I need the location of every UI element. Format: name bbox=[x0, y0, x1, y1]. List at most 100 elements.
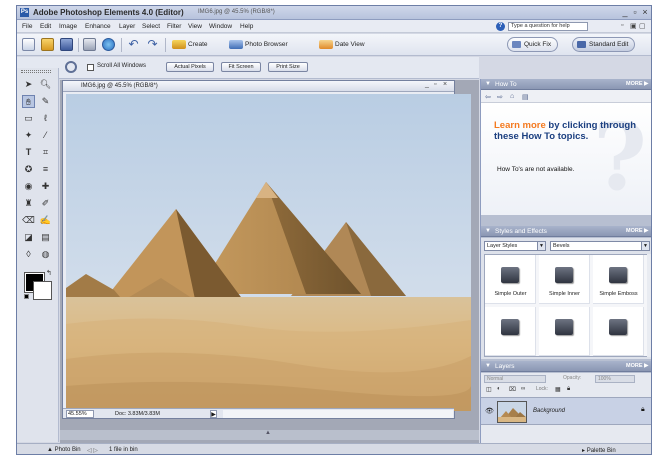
image-canvas[interactable] bbox=[66, 94, 471, 411]
home-icon[interactable]: ⌂ bbox=[510, 93, 514, 100]
menu-select[interactable]: Select bbox=[142, 23, 160, 30]
doc-window-maximize-button[interactable]: ▫ bbox=[434, 81, 436, 88]
learn-more-link[interactable]: Learn more bbox=[494, 120, 546, 131]
type-tool-icon[interactable]: T bbox=[22, 146, 35, 159]
paint-bucket-tool-icon[interactable]: ◪ bbox=[22, 231, 35, 244]
menu-window[interactable]: Window bbox=[209, 23, 232, 30]
magic-wand-tool-icon[interactable]: ✦ bbox=[22, 129, 35, 142]
help-search-input[interactable]: Type a question for help bbox=[508, 22, 588, 31]
new-layer-icon[interactable]: ◫ bbox=[486, 386, 492, 393]
menu-file[interactable]: File bbox=[22, 23, 32, 30]
standard-edit-button[interactable]: Standard Edit bbox=[572, 37, 636, 52]
more-arrow-icon[interactable]: ▶ bbox=[644, 226, 649, 237]
print-icon[interactable] bbox=[83, 38, 96, 51]
photo-browser-button[interactable]: Photo Browser bbox=[229, 39, 288, 51]
style-thumb[interactable] bbox=[593, 307, 644, 356]
menu-view[interactable]: View bbox=[188, 23, 202, 30]
spot-healing-tool-icon[interactable]: ✚ bbox=[39, 180, 52, 193]
scroll-all-windows-checkbox[interactable] bbox=[87, 64, 94, 71]
status-menu-arrow-button[interactable]: ▶ bbox=[210, 410, 217, 418]
palette-collapse-icon[interactable]: ▼ bbox=[485, 79, 491, 90]
move-tool-icon[interactable]: ➤ bbox=[22, 78, 35, 91]
style-category-select[interactable]: Layer Styles ▼ bbox=[484, 241, 546, 251]
new-file-icon[interactable] bbox=[22, 38, 35, 51]
zoom-level-field[interactable]: 45.55% bbox=[66, 410, 94, 418]
doc-window-close-button[interactable]: × bbox=[443, 81, 447, 88]
red-eye-tool-icon[interactable]: ◉ bbox=[22, 180, 35, 193]
marquee-tool-icon[interactable]: ▭ bbox=[22, 112, 35, 125]
style-thumb[interactable] bbox=[539, 307, 590, 356]
trash-icon[interactable]: ⌧ bbox=[509, 386, 516, 393]
save-icon[interactable] bbox=[60, 38, 73, 51]
create-button[interactable]: Create bbox=[172, 39, 208, 51]
zoom-tool-icon[interactable]: 🔍︎ bbox=[39, 78, 52, 91]
bin-nav-icon[interactable]: ◁ ▷ bbox=[87, 447, 98, 454]
help-icon[interactable]: ? bbox=[496, 22, 505, 31]
background-color-swatch[interactable] bbox=[33, 281, 52, 300]
lasso-tool-icon[interactable]: ℓ bbox=[39, 112, 52, 125]
style-thumb[interactable] bbox=[485, 307, 536, 356]
cookie-cutter-tool-icon[interactable]: ✪ bbox=[22, 163, 35, 176]
pencil-tool-icon[interactable]: ✐ bbox=[39, 197, 52, 210]
palette-collapse-icon[interactable]: ▼ bbox=[485, 361, 491, 372]
zoom-tool-options-icon[interactable] bbox=[65, 61, 77, 73]
doc-close-button[interactable]: ▢ bbox=[639, 22, 646, 30]
swap-colors-icon[interactable]: ↰ bbox=[46, 269, 52, 277]
doc-restore-button[interactable]: ▣ bbox=[630, 22, 637, 30]
menu-edit[interactable]: Edit bbox=[40, 23, 51, 30]
more-arrow-icon[interactable]: ▶ bbox=[644, 79, 649, 90]
styles-palette-header[interactable]: ▼ Styles and Effects MORE ▶ bbox=[481, 226, 651, 237]
sponge-tool-icon[interactable]: ◍ bbox=[39, 248, 52, 261]
style-thumb-simple-inner[interactable]: Simple Inner bbox=[539, 255, 590, 304]
actual-pixels-button[interactable]: Actual Pixels bbox=[166, 62, 214, 72]
collapse-arrow-icon[interactable]: ▲ bbox=[265, 430, 271, 436]
redo-icon[interactable]: ↷ bbox=[146, 38, 159, 51]
eraser-tool-icon[interactable]: ⌫ bbox=[22, 214, 35, 227]
fit-screen-button[interactable]: Fit Screen bbox=[221, 62, 261, 72]
forward-arrow-icon[interactable]: ⇨ bbox=[497, 93, 503, 101]
layers-more-button[interactable]: MORE bbox=[626, 361, 643, 372]
toolbox-grip[interactable] bbox=[21, 70, 51, 73]
style-thumb-simple-outer[interactable]: Simple Outer bbox=[485, 255, 536, 304]
how-to-more-button[interactable]: MORE bbox=[626, 79, 643, 90]
menu-layer[interactable]: Layer bbox=[119, 23, 135, 30]
photo-bin-divider[interactable]: ▲ bbox=[60, 430, 479, 440]
crop-tool-icon[interactable]: ⌗ bbox=[39, 146, 52, 159]
how-to-palette-header[interactable]: ▼ How To MORE ▶ bbox=[481, 79, 651, 90]
doc-window-minimize-button[interactable]: _ bbox=[425, 81, 429, 88]
menu-help[interactable]: Help bbox=[240, 23, 253, 30]
blur-tool-icon[interactable]: ◊ bbox=[22, 248, 35, 261]
eyedropper-tool-icon[interactable]: ✎ bbox=[39, 95, 52, 108]
more-arrow-icon[interactable]: ▶ bbox=[644, 361, 649, 372]
back-arrow-icon[interactable]: ⇦ bbox=[485, 93, 491, 101]
selection-brush-tool-icon[interactable]: ⁄ bbox=[39, 129, 52, 142]
opacity-field[interactable]: 100% bbox=[595, 375, 635, 383]
menu-filter[interactable]: Filter bbox=[167, 23, 181, 30]
eye-icon[interactable]: 👁︎ bbox=[485, 407, 494, 415]
adjustment-layer-icon[interactable]: ◐ bbox=[497, 386, 501, 392]
brush-tool-icon[interactable]: ✍ bbox=[39, 214, 52, 227]
style-thumb-simple-emboss[interactable]: Simple Emboss bbox=[593, 255, 644, 304]
document-title-bar[interactable]: IMG6.jpg @ 45.5% (RGB/8*) _ ▫ × bbox=[63, 81, 454, 92]
horizontal-scrollbar[interactable] bbox=[223, 410, 453, 418]
doc-minimize-button[interactable]: ▫ bbox=[621, 22, 623, 29]
default-colors-icon[interactable] bbox=[24, 294, 29, 299]
blend-mode-select[interactable]: Normal bbox=[484, 375, 546, 383]
menu-image[interactable]: Image bbox=[59, 23, 77, 30]
online-services-icon[interactable] bbox=[102, 38, 115, 51]
date-view-button[interactable]: Date View bbox=[319, 39, 365, 51]
minimize-button[interactable]: _ bbox=[620, 7, 630, 18]
lock-all-icon[interactable]: 🔒︎ bbox=[567, 386, 570, 393]
close-button[interactable]: × bbox=[640, 7, 650, 18]
layers-palette-header[interactable]: ▼ Layers MORE ▶ bbox=[481, 361, 651, 372]
palette-bin-toggle[interactable]: ▸ Palette Bin bbox=[582, 447, 616, 454]
styles-more-button[interactable]: MORE bbox=[626, 226, 643, 237]
open-folder-icon[interactable] bbox=[41, 38, 54, 51]
undo-icon[interactable]: ↶ bbox=[127, 38, 140, 51]
gradient-tool-icon[interactable]: ▤ bbox=[39, 231, 52, 244]
style-library-select[interactable]: Bevels ▼ bbox=[550, 241, 650, 251]
hand-tool-icon[interactable]: ✋︎ bbox=[22, 95, 35, 108]
quick-fix-button[interactable]: Quick Fix bbox=[507, 37, 559, 52]
clone-stamp-tool-icon[interactable]: ♜ bbox=[22, 197, 35, 210]
menu-enhance[interactable]: Enhance bbox=[85, 23, 111, 30]
